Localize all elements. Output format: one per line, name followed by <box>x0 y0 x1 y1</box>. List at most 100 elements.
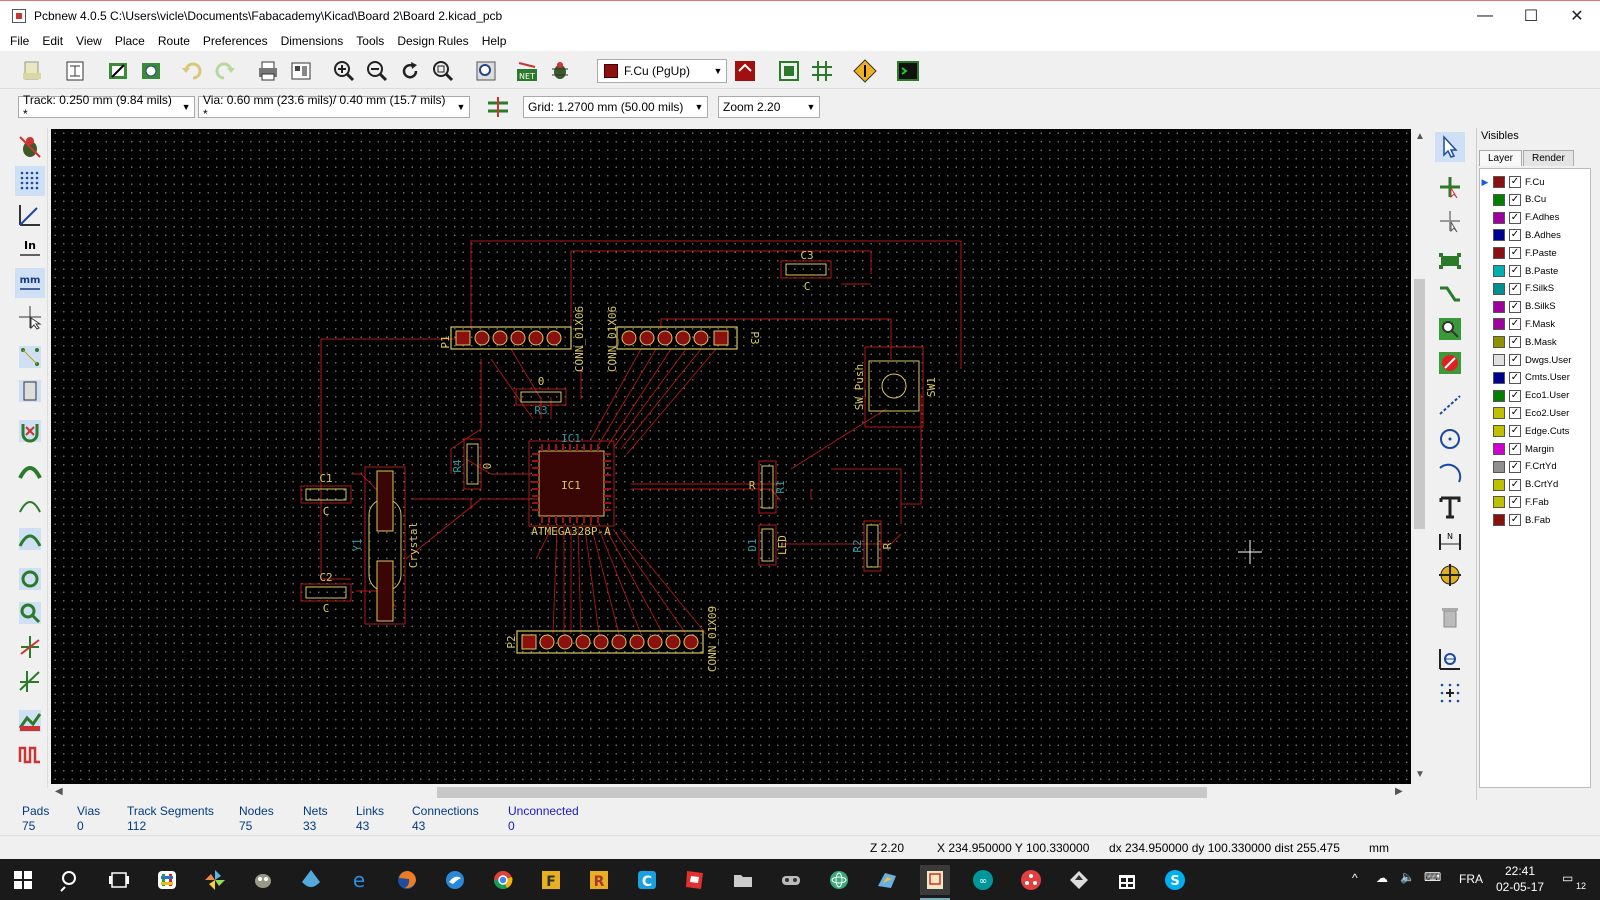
undo-button[interactable] <box>178 57 206 85</box>
zoom-select[interactable]: Zoom 2.20 ▼ <box>718 96 820 118</box>
via-sketch-button[interactable] <box>15 598 45 628</box>
mode-footprint-button[interactable] <box>775 57 803 85</box>
footprint-c1[interactable] <box>300 485 352 504</box>
layer-color-swatch[interactable] <box>1493 371 1505 384</box>
pcb-canvas[interactable]: C3 C P1 CONN_01X06 CONN_01X06 P3 0 R3 SW… <box>51 129 1411 784</box>
cursor-shape-button[interactable] <box>15 302 45 332</box>
taskbar-app-f[interactable]: F <box>536 865 566 895</box>
layer-row[interactable]: ✓ B.Paste <box>1480 262 1590 280</box>
layer-visibility-checkbox[interactable]: ✓ <box>1509 425 1521 438</box>
drc-button[interactable] <box>546 57 574 85</box>
keyboard-icon[interactable]: ⌨ <box>1424 870 1441 884</box>
layer-visibility-checkbox[interactable]: ✓ <box>1509 176 1521 188</box>
footprint-viewer-button[interactable] <box>137 57 165 85</box>
add-target-button[interactable] <box>1435 560 1465 590</box>
local-ratsnest-button[interactable] <box>1435 206 1465 236</box>
layer-row[interactable]: ✓ F.SilkS <box>1480 280 1590 298</box>
add-text-button[interactable] <box>1435 492 1465 522</box>
add-arc-button[interactable] <box>1435 458 1465 488</box>
layer-color-swatch[interactable] <box>1493 514 1505 527</box>
scripting-console-button[interactable] <box>894 57 922 85</box>
taskbar-app-file-manager[interactable] <box>728 865 758 895</box>
menu-design-rules[interactable]: Design Rules <box>397 34 468 48</box>
add-zone-button[interactable] <box>1435 314 1465 344</box>
footprint-y1[interactable] <box>364 466 406 625</box>
drc-off-button[interactable] <box>15 132 45 162</box>
taskbar-app-r[interactable]: R <box>584 865 614 895</box>
footprint-r4[interactable] <box>463 438 482 490</box>
add-line-button[interactable] <box>1435 390 1465 420</box>
taskbar-app-firefox[interactable] <box>392 865 422 895</box>
tray-chevron-up-icon[interactable]: ^ <box>1352 871 1358 885</box>
layer-visibility-checkbox[interactable]: ✓ <box>1509 514 1521 527</box>
taskbar-app-pdf[interactable] <box>680 865 710 895</box>
redo-button[interactable] <box>211 57 239 85</box>
layer-visibility-checkbox[interactable]: ✓ <box>1509 265 1521 277</box>
menu-preferences[interactable]: Preferences <box>203 34 268 48</box>
layer-color-swatch[interactable] <box>1493 354 1505 366</box>
layer-pair-button[interactable] <box>731 57 759 85</box>
chevron-left-icon[interactable]: ◀ <box>55 786 63 797</box>
layer-color-swatch[interactable] <box>1493 176 1505 188</box>
layer-visibility-checkbox[interactable]: ✓ <box>1509 389 1521 402</box>
task-view-button[interactable] <box>104 865 134 895</box>
layer-visibility-checkbox[interactable]: ✓ <box>1509 371 1521 384</box>
clock-date[interactable]: 02-05-17 <box>1496 880 1544 894</box>
layer-row[interactable]: ✓ F.Adhes <box>1480 209 1590 227</box>
layer-color-swatch[interactable] <box>1493 211 1505 224</box>
taskbar-app-inkscape[interactable] <box>296 865 326 895</box>
minimize-button[interactable]: — <box>1462 1 1508 31</box>
layer-color-swatch[interactable] <box>1493 478 1505 491</box>
layer-row[interactable]: ✓ F.Paste <box>1480 244 1590 262</box>
plot-button[interactable] <box>287 57 315 85</box>
layer-color-swatch[interactable] <box>1493 282 1505 295</box>
layer-color-swatch[interactable] <box>1493 389 1505 402</box>
set-grid-origin-button[interactable] <box>1435 678 1465 708</box>
show-ratsnest-button[interactable] <box>15 342 45 372</box>
delete-tool-button[interactable] <box>1435 602 1465 632</box>
menu-route[interactable]: Route <box>158 34 190 48</box>
via-size-select[interactable]: Via: 0.60 mm (23.6 mils)/ 0.40 mm (15.7 … <box>198 93 470 121</box>
chevron-right-icon[interactable]: ▶ <box>1395 786 1403 797</box>
show-zones-button[interactable] <box>15 456 45 486</box>
menu-tools[interactable]: Tools <box>356 34 384 48</box>
start-button[interactable] <box>8 865 38 895</box>
layer-row[interactable]: ✓ B.SilkS <box>1480 298 1590 316</box>
taskbar-app-slack[interactable] <box>152 865 182 895</box>
units-mm-button[interactable]: mm <box>15 268 45 298</box>
layer-row[interactable]: ✓ B.CrtYd <box>1480 476 1590 494</box>
layer-row[interactable]: ✓ Cmts.User <box>1480 369 1590 387</box>
menu-place[interactable]: Place <box>115 34 145 48</box>
layer-row[interactable]: ✓ B.Adhes <box>1480 226 1590 244</box>
show-grid-button[interactable] <box>15 166 45 196</box>
footprint-r2[interactable] <box>863 520 882 572</box>
vertical-scroll-thumb[interactable] <box>1414 279 1425 529</box>
highlight-net-button[interactable] <box>1435 172 1465 202</box>
layer-row[interactable]: ✓ B.Fab <box>1480 511 1590 529</box>
taskbar-app-atom[interactable] <box>824 865 854 895</box>
footprint-p2[interactable] <box>516 630 704 654</box>
module-ratsnest-button[interactable] <box>15 376 45 406</box>
layer-row[interactable]: ✓ F.CrtYd <box>1480 458 1590 476</box>
layer-row[interactable]: ✓ Margin <box>1480 440 1590 458</box>
menu-view[interactable]: View <box>76 34 102 48</box>
layers-manager-button[interactable] <box>15 740 45 770</box>
layer-visibility-checkbox[interactable]: ✓ <box>1509 229 1521 242</box>
footprint-c3[interactable] <box>780 260 832 279</box>
layer-visibility-checkbox[interactable]: ✓ <box>1509 496 1521 509</box>
find-button[interactable] <box>472 57 500 85</box>
footprint-p3[interactable] <box>616 326 738 350</box>
layer-color-swatch[interactable] <box>1493 247 1505 260</box>
layer-row[interactable]: ✓ F.Fab <box>1480 493 1590 511</box>
layer-color-swatch[interactable] <box>1493 407 1505 420</box>
layer-row[interactable]: ✓ Eco2.User <box>1480 404 1590 422</box>
route-track-button[interactable] <box>1435 280 1465 310</box>
taskbar-app-up[interactable] <box>1064 865 1094 895</box>
print-button[interactable] <box>254 57 282 85</box>
layer-visibility-checkbox[interactable]: ✓ <box>1509 300 1521 313</box>
tab-layer[interactable]: Layer <box>1479 150 1523 166</box>
horizontal-scrollbar[interactable]: ◀ ▶ <box>51 784 1411 801</box>
layer-select[interactable]: F.Cu (PgUp) ▼ <box>597 59 727 83</box>
taskbar-app-c[interactable]: C <box>632 865 662 895</box>
layer-visibility-checkbox[interactable]: ✓ <box>1509 443 1521 455</box>
